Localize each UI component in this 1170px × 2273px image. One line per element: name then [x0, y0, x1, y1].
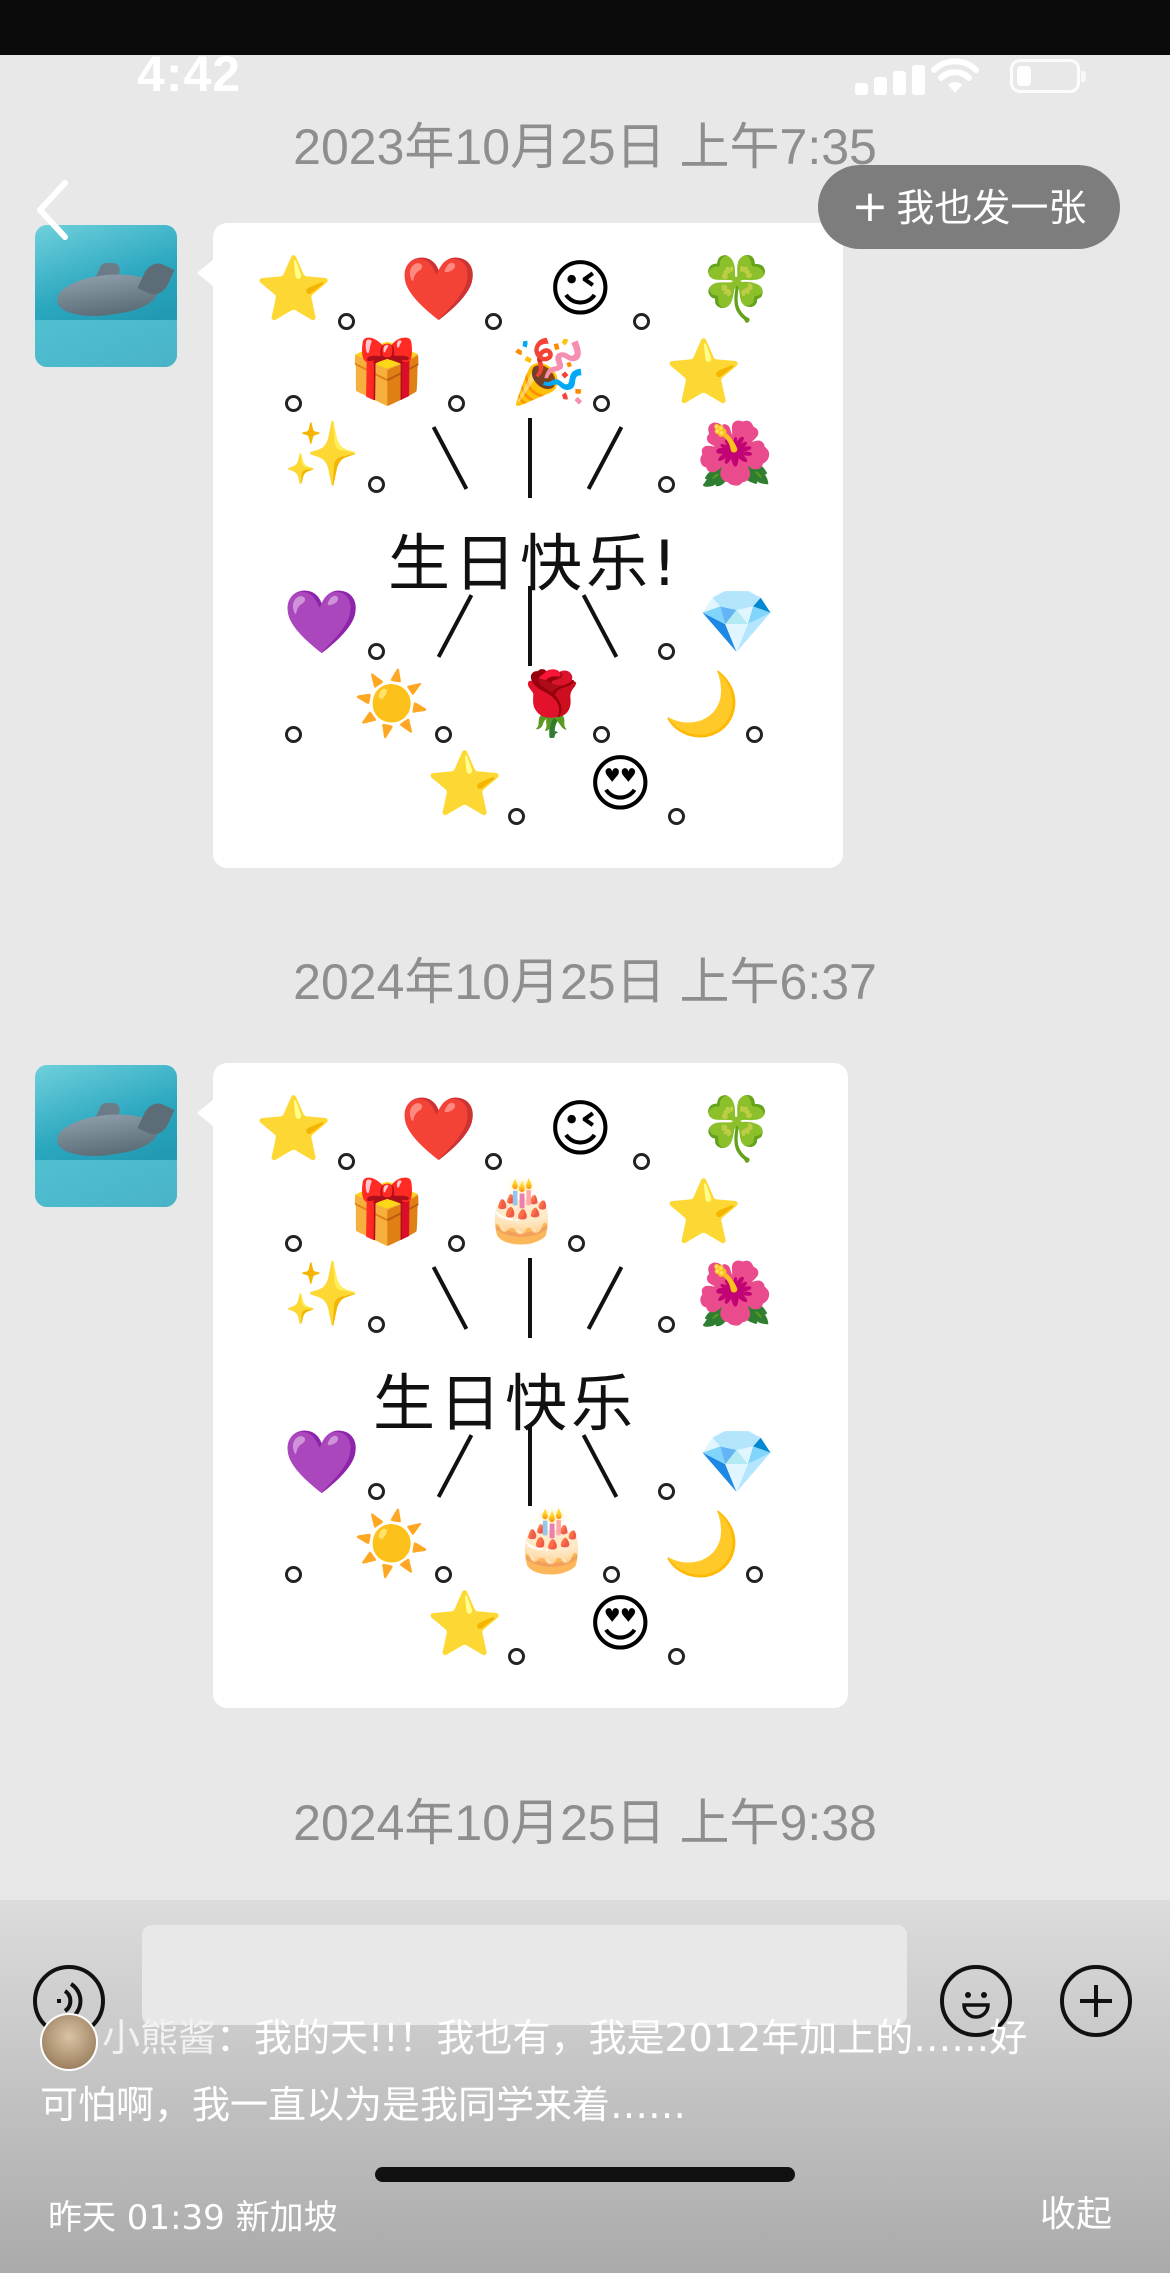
image-message-bubble[interactable]: ⭐ ❤️ 😉 🍀 🎁 🎂 ⭐ ✨ 🌺 生日快乐 💜 💎 ☀️ 🎂 🌙 ⭐ 😍	[197, 1063, 848, 1708]
share-button-label: 我也发一张	[896, 186, 1087, 230]
avatar[interactable]	[35, 225, 177, 367]
avatar[interactable]	[35, 1065, 177, 1207]
message-timestamp: 2024年10月25日 上午9:38	[293, 1795, 877, 1851]
wifi-icon	[931, 58, 979, 93]
comment-line2: 可怕啊，我一直以为是我同学来着……	[40, 2083, 687, 2127]
message-timestamp: 2024年10月25日 上午6:37	[293, 954, 877, 1010]
comment-time: 昨天 01:39	[48, 2198, 225, 2238]
comment-meta: 昨天 01:39 新加坡	[48, 2190, 338, 2239]
birthday-greeting-text: 生日快乐!	[388, 527, 681, 600]
chevron-left-icon[interactable]	[30, 175, 80, 245]
share-too-button[interactable]: + 我也发一张	[818, 165, 1120, 249]
comment-location: 新加坡	[235, 2198, 338, 2238]
home-indicator	[375, 2167, 795, 2182]
status-time: 4:42	[137, 46, 242, 102]
battery-icon	[1010, 59, 1086, 93]
birthday-greeting-text: 生日快乐	[373, 1367, 638, 1440]
comment-author[interactable]: 小熊酱	[102, 2016, 216, 2060]
plus-icon: +	[851, 181, 889, 232]
signal-icon	[855, 65, 931, 95]
collapse-button[interactable]: 收起	[1040, 2185, 1112, 2237]
comment-text: 小熊酱：我的天!!！我也有，我是2012年加上的……好 可怕啊，我一直以为是我同…	[40, 2005, 1140, 2139]
comment-line1: ：我的天!!！我也有，我是2012年加上的……好	[216, 2016, 1028, 2060]
status-bar: 4:42	[0, 45, 1170, 115]
image-message-bubble[interactable]: ⭐ ❤️ 😉 🍀 🎁 🎉 ⭐ ✨ 🌺 生日快乐! 💜 💎 ☀️ 🌹 🌙 ⭐ 😍	[197, 223, 843, 868]
